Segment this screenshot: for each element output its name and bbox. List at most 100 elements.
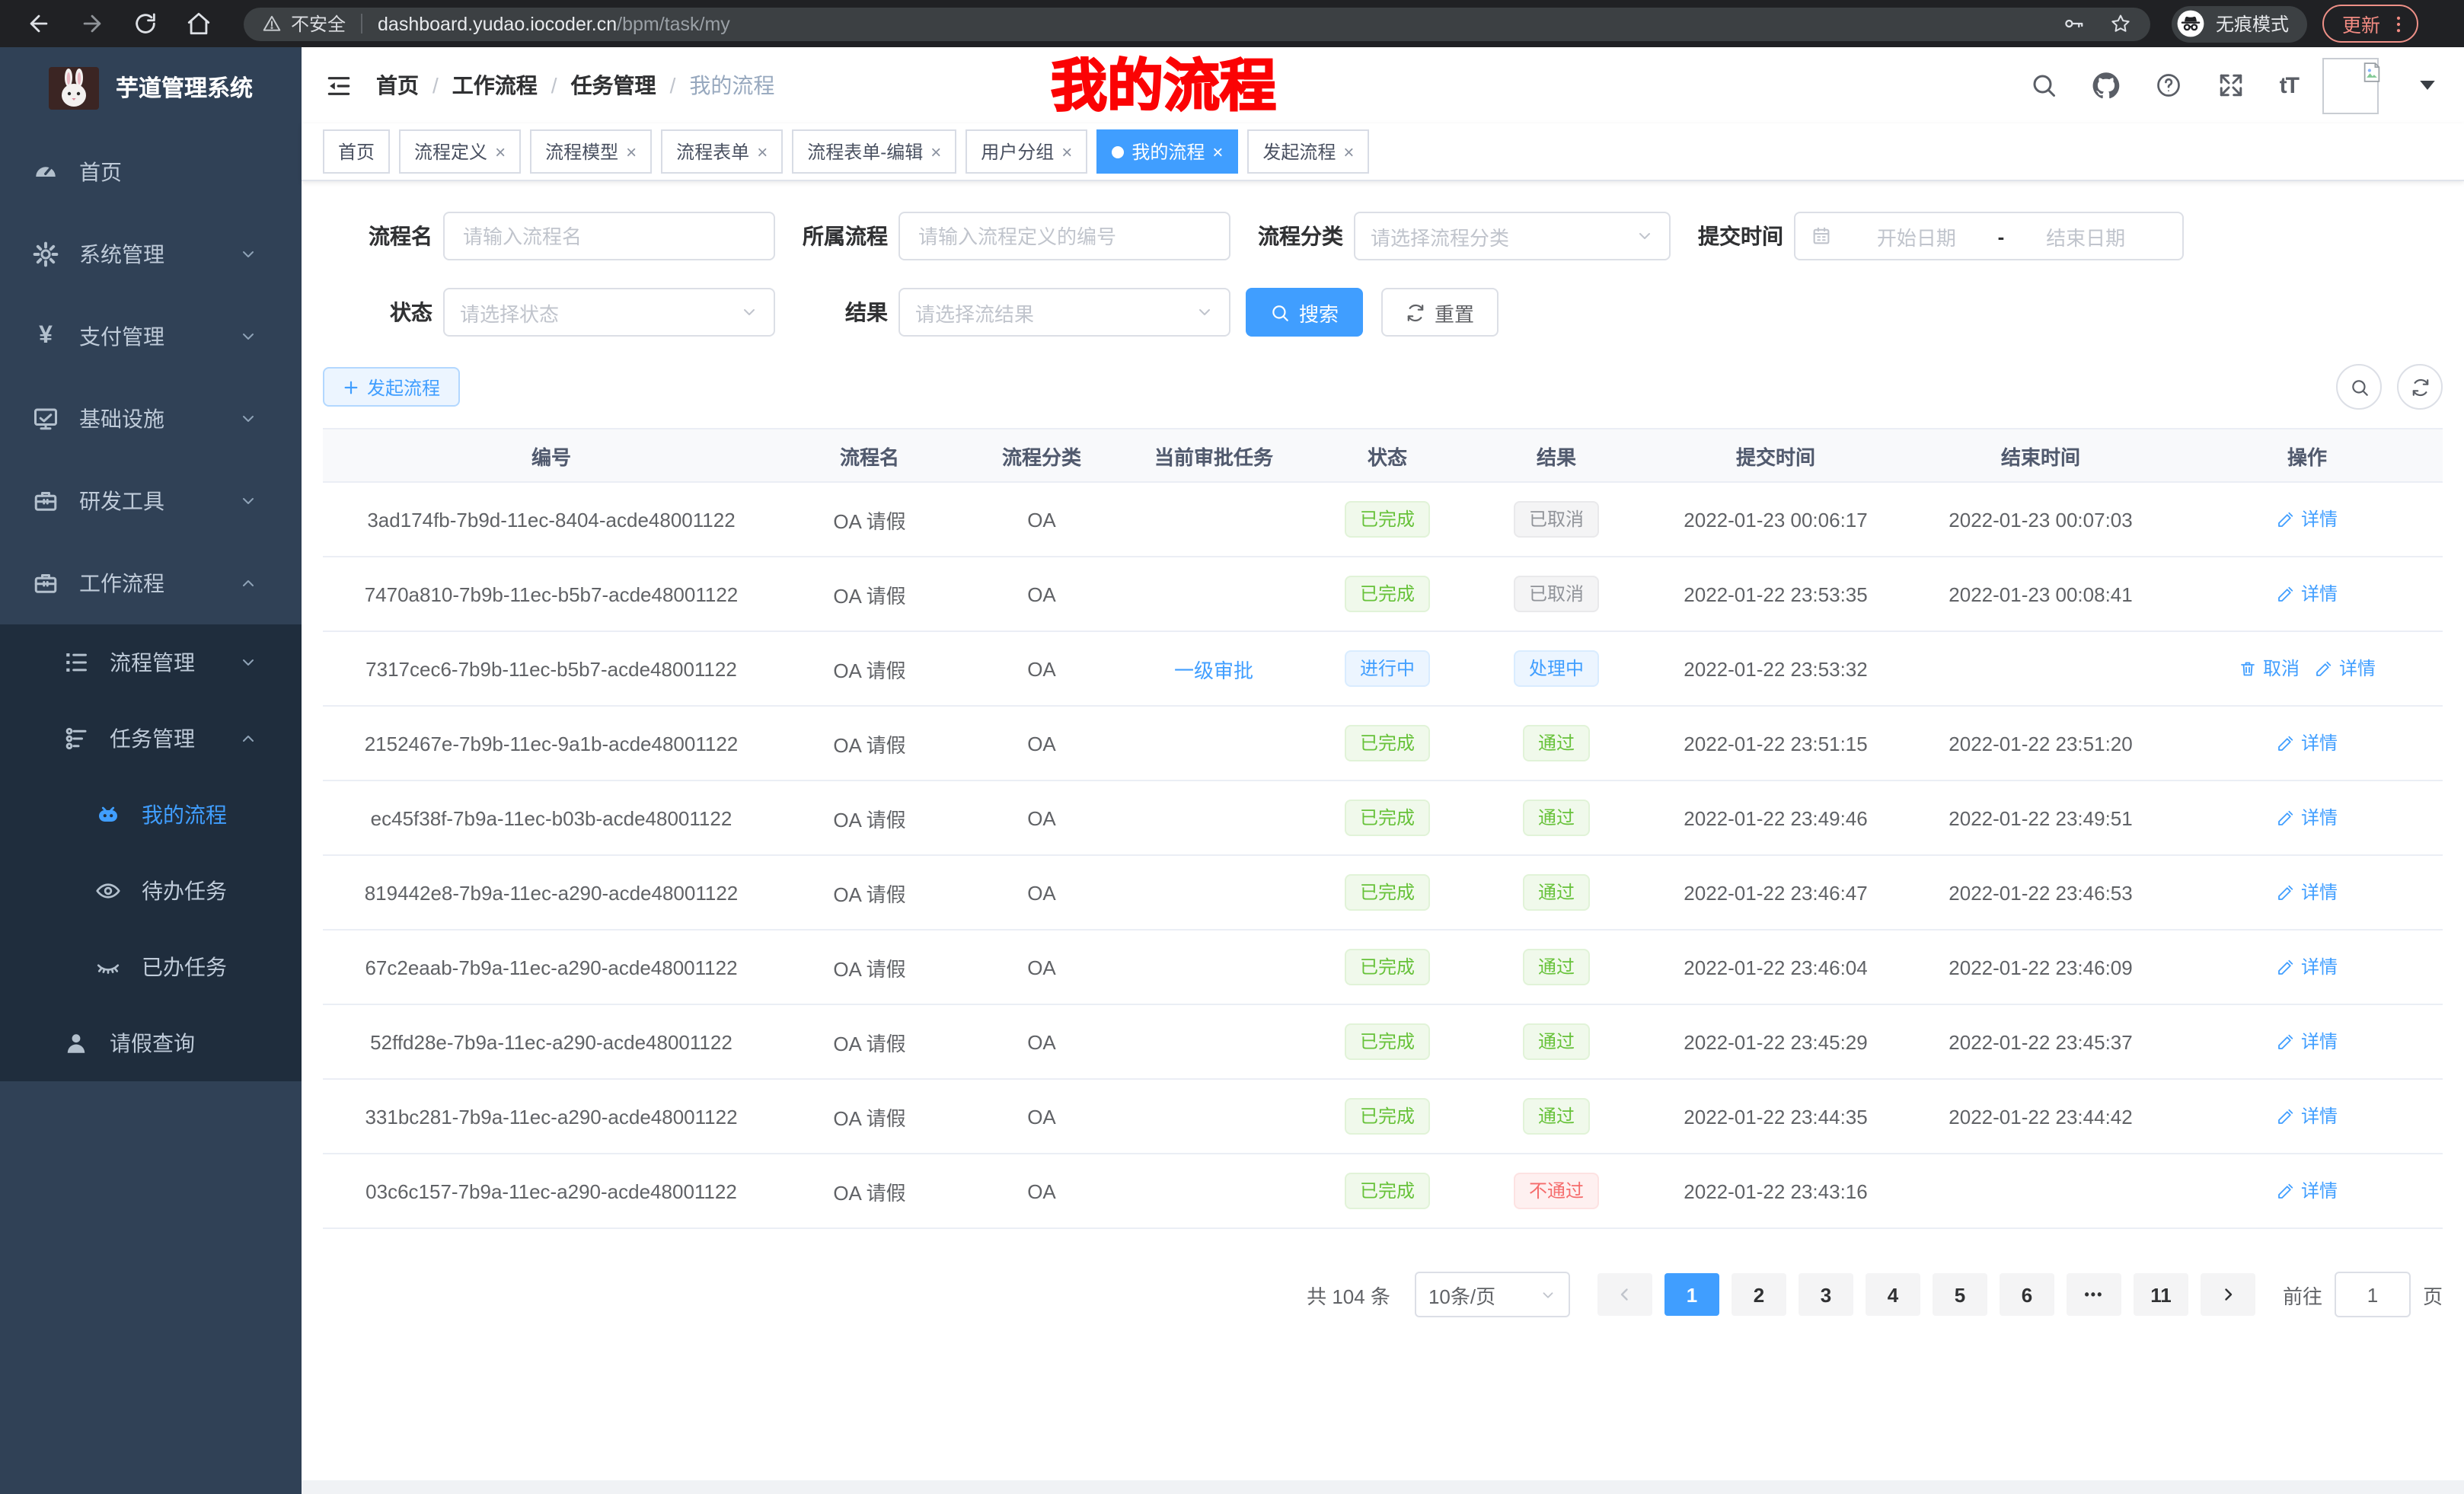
sidebar-item-leave-query[interactable]: 请假查询: [0, 1005, 302, 1081]
password-key-icon[interactable]: [2062, 12, 2085, 35]
tab-user-group[interactable]: 用户分组×: [965, 129, 1087, 174]
close-icon[interactable]: ×: [1061, 141, 1072, 162]
reset-button[interactable]: 重置: [1381, 288, 1499, 337]
detail-link[interactable]: 详情: [2277, 879, 2338, 905]
edit-icon: [2277, 883, 2295, 902]
search-button[interactable]: 搜索: [1246, 288, 1363, 337]
next-page-button[interactable]: [2201, 1273, 2255, 1316]
result-select[interactable]: 请选择流结果: [898, 288, 1230, 337]
submit-time-range-picker[interactable]: 开始日期 - 结束日期: [1794, 212, 2184, 260]
sidebar-item-my-process[interactable]: 我的流程: [0, 777, 302, 853]
home-icon[interactable]: [186, 11, 212, 37]
toggle-search-button[interactable]: [2336, 364, 2382, 410]
sidebar-item-infrastructure[interactable]: 基础设施: [0, 378, 302, 460]
user-icon: [62, 1030, 90, 1057]
page-size-select[interactable]: 10条/页: [1415, 1272, 1570, 1317]
refresh-table-button[interactable]: [2397, 364, 2443, 410]
breadcrumb-item[interactable]: 首页: [376, 70, 419, 101]
sidebar-item-todo-tasks[interactable]: 待办任务: [0, 853, 302, 929]
search-icon[interactable]: [2030, 72, 2057, 99]
sidebar-item-process-mgmt[interactable]: 流程管理: [0, 624, 302, 701]
process-def-input-field[interactable]: [915, 223, 1214, 249]
page-button-1[interactable]: 1: [1664, 1273, 1719, 1316]
tab-process-form[interactable]: 流程表单×: [661, 129, 783, 174]
help-icon[interactable]: [2155, 72, 2182, 99]
sidebar-collapse-icon[interactable]: [324, 71, 353, 100]
status-select[interactable]: 请选择状态: [443, 288, 775, 337]
page-button-6[interactable]: 6: [2000, 1273, 2054, 1316]
user-avatar[interactable]: [2322, 57, 2379, 113]
detail-link[interactable]: 详情: [2315, 656, 2376, 682]
process-name-input[interactable]: [443, 212, 775, 260]
actions-cell: 详情: [2172, 954, 2443, 981]
detail-link[interactable]: 详情: [2277, 730, 2338, 756]
cancel-link[interactable]: 取消: [2239, 656, 2300, 682]
tab-home[interactable]: 首页: [323, 129, 390, 174]
detail-link[interactable]: 详情: [2277, 1103, 2338, 1129]
sidebar-item-system[interactable]: 系统管理: [0, 213, 302, 295]
close-icon[interactable]: ×: [757, 141, 768, 162]
close-icon[interactable]: ×: [626, 141, 637, 162]
page-button-5[interactable]: 5: [1933, 1273, 1987, 1316]
detail-link[interactable]: 详情: [2277, 954, 2338, 980]
sidebar-item-task-mgmt[interactable]: 任务管理: [0, 701, 302, 777]
tab-process-definition[interactable]: 流程定义×: [399, 129, 521, 174]
breadcrumb-separator: /: [670, 73, 676, 97]
process-def-input[interactable]: [898, 212, 1230, 260]
detail-link[interactable]: 详情: [2277, 506, 2338, 532]
category-select[interactable]: 请选择流程分类: [1354, 212, 1671, 260]
browser-menu-dots-icon[interactable]: [2388, 13, 2409, 34]
page-button-2[interactable]: 2: [1732, 1273, 1786, 1316]
breadcrumb-item[interactable]: 任务管理: [571, 70, 656, 101]
github-icon[interactable]: [2092, 72, 2120, 99]
page-button-3[interactable]: 3: [1799, 1273, 1853, 1316]
close-icon[interactable]: ×: [1343, 141, 1354, 162]
total-count: 共 104 条: [1307, 1280, 1390, 1309]
start-process-button[interactable]: 发起流程: [323, 367, 460, 407]
tab-process-model[interactable]: 流程模型 ×: [530, 129, 652, 174]
filter-label-status: 状态: [323, 297, 432, 327]
detail-label: 详情: [2301, 1029, 2338, 1055]
tab-label: 流程模型: [545, 139, 618, 164]
font-size-icon[interactable]: tT: [2280, 72, 2298, 98]
tab-process-form-edit[interactable]: 流程表单-编辑×: [792, 129, 956, 174]
sidebar-item-done-tasks[interactable]: 已办任务: [0, 929, 302, 1005]
close-icon[interactable]: ×: [495, 141, 506, 162]
end-date-placeholder[interactable]: 结束日期: [2004, 222, 2167, 251]
start-date-placeholder[interactable]: 开始日期: [1835, 222, 1998, 251]
detail-link[interactable]: 详情: [2277, 581, 2338, 607]
breadcrumb-item[interactable]: 工作流程: [452, 70, 538, 101]
result-cell: 通过: [1471, 800, 1642, 836]
sidebar-item-devtools[interactable]: 研发工具: [0, 460, 302, 542]
browser-update-button[interactable]: 更新: [2322, 5, 2418, 43]
end-time: 2022-01-22 23:45:37: [1910, 1030, 2172, 1053]
back-icon[interactable]: [26, 11, 52, 37]
current-task-link[interactable]: 一级审批: [1174, 659, 1253, 682]
bookmark-star-icon[interactable]: [2109, 12, 2132, 35]
page-button-11[interactable]: 11: [2134, 1273, 2188, 1316]
sidebar-item-home[interactable]: 首页: [0, 131, 302, 213]
date-range-separator: -: [1998, 225, 2005, 247]
address-bar[interactable]: 不安全 dashboard.yudao.iocoder.cn /bpm/task…: [244, 7, 2150, 40]
process-id: 3ad174fb-7b9d-11ec-8404-acde48001122: [323, 508, 780, 531]
reload-icon[interactable]: [132, 11, 158, 37]
sidebar-item-workflow[interactable]: 工作流程: [0, 542, 302, 624]
sidebar-item-payment[interactable]: ¥支付管理: [0, 295, 302, 378]
submit-time: 2022-01-22 23:43:16: [1642, 1180, 1910, 1202]
prev-page-button[interactable]: [1597, 1273, 1652, 1316]
tab-my-process[interactable]: 我的流程×: [1096, 129, 1238, 174]
page-button-4[interactable]: 4: [1866, 1273, 1920, 1316]
goto-page-input[interactable]: [2335, 1272, 2411, 1317]
pager-ellipsis[interactable]: •••: [2067, 1273, 2121, 1316]
forward-icon[interactable]: [79, 11, 105, 37]
close-icon[interactable]: ×: [930, 141, 941, 162]
fullscreen-icon[interactable]: [2217, 72, 2245, 99]
user-caret-down-icon[interactable]: [2414, 72, 2441, 99]
detail-link[interactable]: 详情: [2277, 1029, 2338, 1055]
close-icon[interactable]: ×: [1212, 141, 1223, 162]
filter-row-1: 流程名 所属流程 流程分类 请选择流程分类 提交时间: [323, 212, 2443, 260]
process-name-input-field[interactable]: [460, 223, 758, 249]
tab-start-process[interactable]: 发起流程×: [1247, 129, 1369, 174]
detail-link[interactable]: 详情: [2277, 1178, 2338, 1204]
detail-link[interactable]: 详情: [2277, 805, 2338, 831]
